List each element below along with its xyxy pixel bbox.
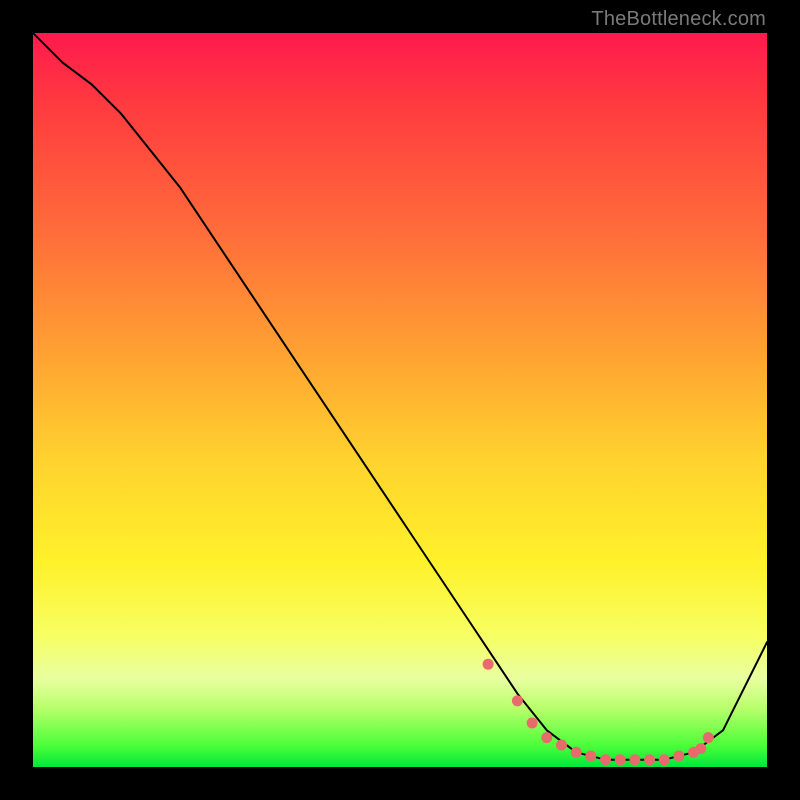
chart-frame: TheBottleneck.com	[0, 0, 800, 800]
curve-line	[33, 33, 767, 760]
plot-area	[33, 33, 767, 767]
marker-dots	[483, 659, 714, 766]
chart-svg	[33, 33, 767, 767]
watermark-text: TheBottleneck.com	[591, 8, 766, 31]
